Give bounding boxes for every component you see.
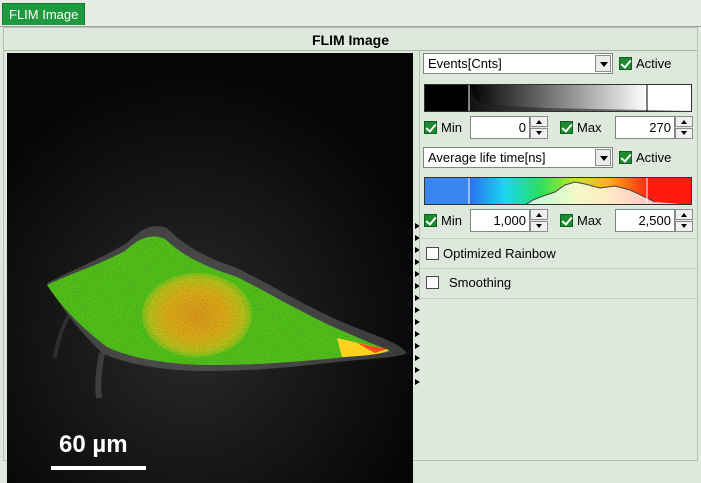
- events-min-checkbox[interactable]: [424, 121, 437, 134]
- smoothing-checkbox[interactable]: [426, 276, 439, 289]
- cell-image: [7, 53, 413, 483]
- lifetime-max-checkbox[interactable]: [560, 214, 573, 227]
- arrow-right-icon: [415, 343, 420, 349]
- scale-bar: [51, 466, 146, 470]
- divider: [420, 268, 699, 269]
- lifetime-channel-select[interactable]: Average life time[ns]: [423, 147, 613, 168]
- flim-image-view[interactable]: 60 µm: [7, 53, 413, 483]
- events-min-spinner[interactable]: [530, 116, 548, 139]
- events-max-spinner[interactable]: [675, 116, 693, 139]
- smoothing-label: Smoothing: [449, 275, 512, 290]
- events-active-checkbox[interactable]: [619, 57, 632, 70]
- chevron-down-icon[interactable]: [595, 55, 611, 72]
- lifetime-max-input[interactable]: 2,500: [615, 209, 675, 232]
- events-max-label: Max: [577, 120, 602, 135]
- arrow-right-icon: [415, 307, 420, 313]
- events-channel-value: Events[Cnts]: [428, 56, 502, 71]
- events-active-label: Active: [636, 56, 672, 71]
- lifetime-channel-value: Average life time[ns]: [428, 150, 546, 165]
- lifetime-min-label: Min: [441, 213, 462, 228]
- spin-down-icon[interactable]: [675, 128, 693, 139]
- scale-bar-label: 60 µm: [59, 431, 128, 458]
- divider: [420, 298, 699, 299]
- events-max-input[interactable]: 270: [615, 116, 675, 139]
- lifetime-max-spinner[interactable]: [675, 209, 693, 232]
- spin-down-icon[interactable]: [530, 221, 548, 232]
- lifetime-min-input[interactable]: 1,000: [470, 209, 530, 232]
- lifetime-max-label: Max: [577, 213, 602, 228]
- optimized-rainbow-label: Optimized Rainbow: [443, 246, 556, 261]
- lifetime-histogram-graph: [425, 178, 691, 204]
- lifetime-min-checkbox[interactable]: [424, 214, 437, 227]
- events-histogram-graph: [425, 85, 691, 111]
- events-histogram[interactable]: [424, 84, 692, 112]
- spin-down-icon[interactable]: [530, 128, 548, 139]
- spin-down-icon[interactable]: [675, 221, 693, 232]
- lifetime-min-spinner[interactable]: [530, 209, 548, 232]
- optimized-rainbow-checkbox[interactable]: [426, 247, 439, 260]
- panel-title: FLIM Image: [311, 32, 389, 48]
- spin-up-icon[interactable]: [530, 116, 548, 127]
- arrow-right-icon: [415, 355, 420, 361]
- tab-flim-image[interactable]: FLIM Image: [2, 3, 86, 25]
- arrow-right-icon: [415, 379, 420, 385]
- lifetime-active-checkbox[interactable]: [619, 151, 632, 164]
- events-channel-select[interactable]: Events[Cnts]: [423, 53, 613, 74]
- arrow-right-icon: [415, 319, 420, 325]
- arrow-right-icon: [415, 331, 420, 337]
- lifetime-histogram[interactable]: [424, 177, 692, 205]
- divider: [420, 238, 699, 239]
- events-min-label: Min: [441, 120, 462, 135]
- tab-bar: FLIM Image: [0, 0, 701, 27]
- chevron-down-icon[interactable]: [595, 149, 611, 166]
- display-controls: Events[Cnts] Active Min 0 Max 270 Averag…: [419, 50, 699, 300]
- events-min-input[interactable]: 0: [470, 116, 530, 139]
- events-max-checkbox[interactable]: [560, 121, 573, 134]
- spin-up-icon[interactable]: [675, 116, 693, 127]
- lifetime-active-label: Active: [636, 150, 672, 165]
- spin-up-icon[interactable]: [530, 209, 548, 220]
- spin-up-icon[interactable]: [675, 209, 693, 220]
- arrow-right-icon: [415, 367, 420, 373]
